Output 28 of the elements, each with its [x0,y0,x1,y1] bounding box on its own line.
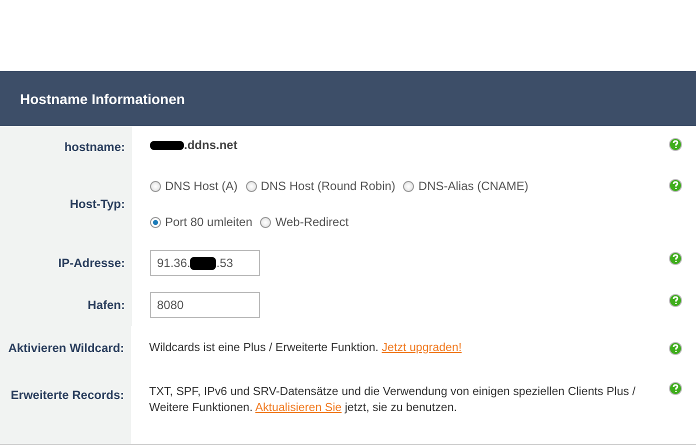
help-icon[interactable] [669,294,682,307]
field-label: Aktivieren Wildcard: [8,341,124,355]
info-text: TXT, SPF, IPv6 und SRV-Datensätze und die Verwendung von einigen speziellen Clients Plus / Weitere Funktionen. Aktualisieren Sie jetzt, sie zu benutzen. [149,384,637,416]
radio-button[interactable] [150,180,161,192]
radio-option[interactable]: Web-Redirect [260,215,349,229]
field-label: Erweiterte Records: [10,388,124,402]
field-label: hostname: [64,140,125,154]
panel-title: Hostname Informationen [20,90,185,106]
radio-option[interactable]: DNS Host (A) [150,179,238,193]
radio-button[interactable] [403,180,414,192]
help-icon[interactable] [669,342,682,354]
field-label: Host-Typ: [70,197,125,211]
help-icon[interactable] [669,179,682,192]
radio-option[interactable]: DNS Host (Round Robin) [246,179,396,193]
radio-option[interactable]: DNS-Alias (CNAME) [403,179,528,193]
input-field[interactable]: 91.36. .53 [150,250,260,276]
hostname-value: .ddns.net [184,138,238,152]
radio-button[interactable] [150,216,161,228]
field-label: IP-Adresse: [58,256,125,270]
help-icon[interactable] [669,382,682,395]
field-label: Hafen: [88,298,125,312]
radio-option[interactable]: Port 80 umleiten [150,215,252,229]
help-icon[interactable] [669,138,682,151]
radio-button[interactable] [246,180,257,192]
help-icon[interactable] [669,252,682,265]
radio-button[interactable] [260,216,272,228]
info-text: Wildcards ist eine Plus / Erweiterte Funktion. Jetzt upgraden! [149,340,463,356]
input-field[interactable]: 8080 [150,292,260,318]
